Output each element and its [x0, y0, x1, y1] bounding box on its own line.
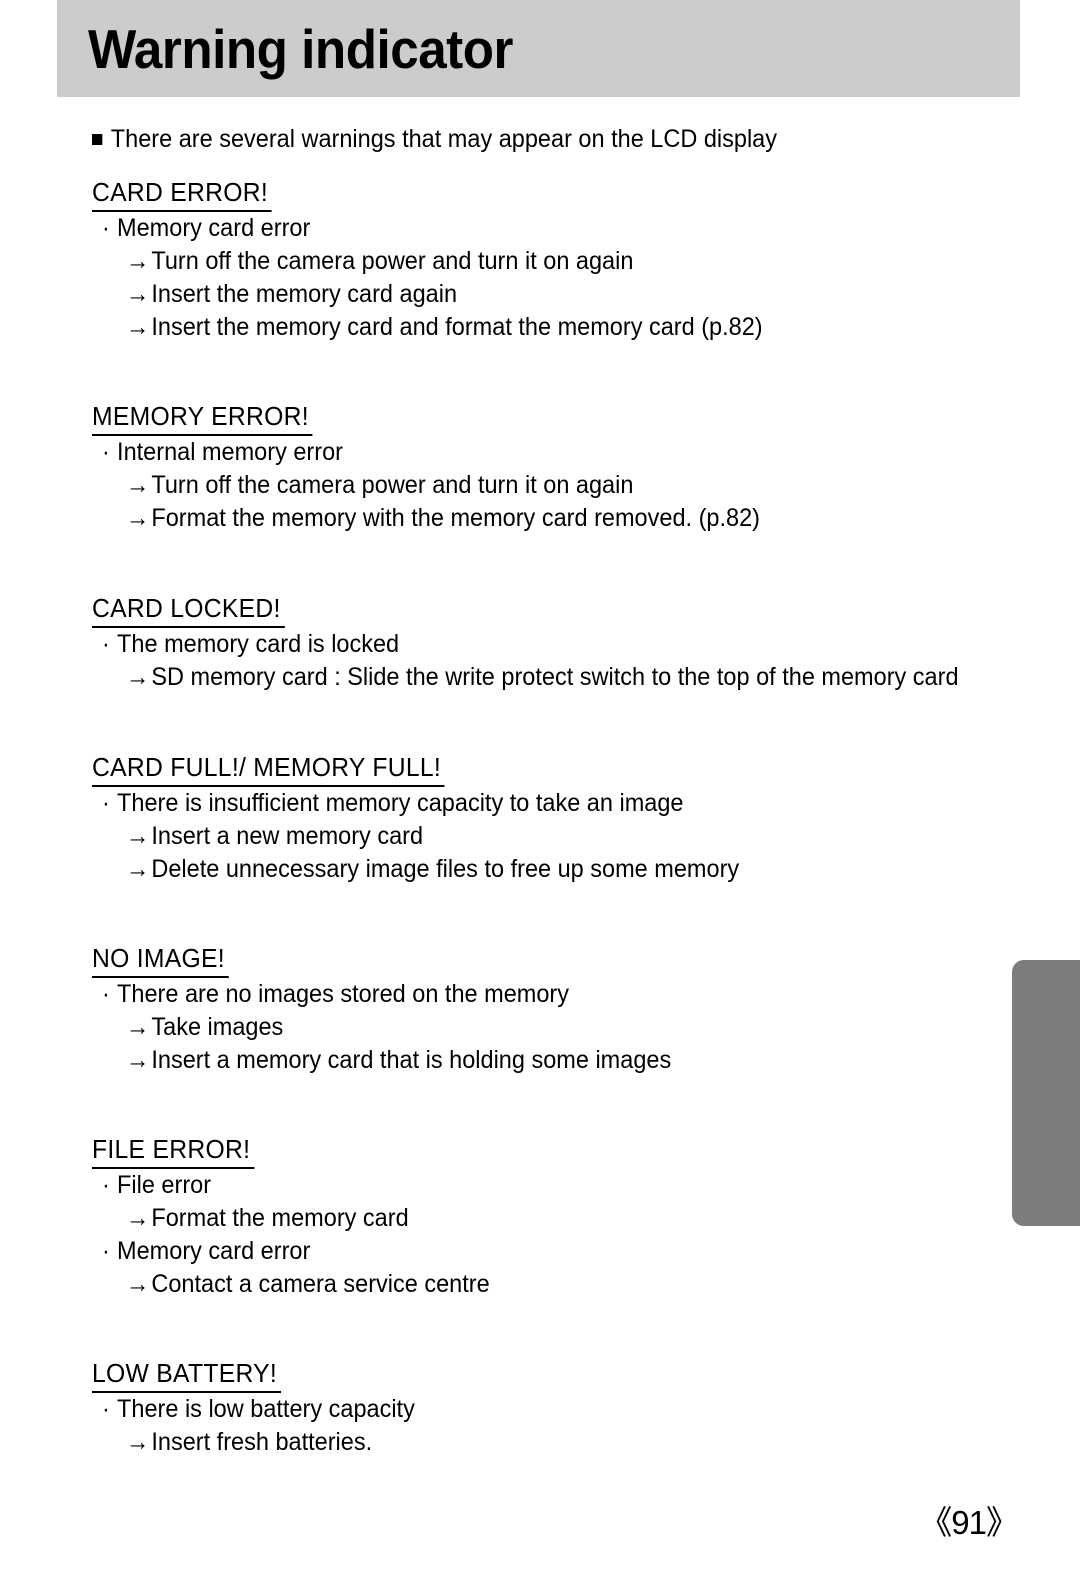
section-item: · Internal memory error [102, 436, 1021, 469]
section-item: · There is low battery capacity [102, 1393, 1021, 1426]
warning-section-low-battery: LOW BATTERY! · There is low battery capac… [92, 1301, 1080, 1459]
section-action-text: Insert the memory card and format the me… [151, 313, 763, 341]
section-title: CARD FULL!/ MEMORY FULL! [92, 752, 445, 787]
dot-marker: · [102, 630, 110, 658]
section-title: CARD LOCKED! [92, 593, 285, 628]
arrow-right-icon: → [126, 1270, 150, 1298]
warning-section-card-locked: CARD LOCKED! · The memory card is locked … [92, 535, 1080, 694]
section-action: →Delete unnecessary image files to free … [126, 853, 1023, 886]
warning-section-no-image: NO IMAGE! · There are no images stored on… [92, 886, 1080, 1077]
arrow-right-icon: → [126, 855, 150, 883]
section-action: →Turn off the camera power and turn it o… [126, 245, 1023, 278]
section-action-text: Contact a camera service centre [151, 1270, 490, 1298]
section-action-text: Format the memory card [151, 1204, 409, 1232]
warning-section-card-error: CARD ERROR! · Memory card error →Turn off… [92, 155, 1080, 344]
dot-marker: · [102, 1237, 110, 1265]
square-bullet-icon [92, 134, 103, 145]
intro-text: There are several warnings that may appe… [110, 125, 777, 153]
arrow-right-icon: → [126, 471, 150, 499]
arrow-right-icon: → [126, 247, 150, 275]
section-action-text: SD memory card : Slide the write protect… [151, 663, 959, 691]
section-action: →Insert the memory card and format the m… [126, 311, 1023, 344]
dot-marker: · [102, 789, 110, 817]
section-item-text: There is low battery capacity [117, 1395, 415, 1423]
section-action: →Turn off the camera power and turn it o… [126, 469, 1023, 502]
section-action-text: Insert the memory card again [151, 280, 458, 308]
arrow-right-icon: → [126, 313, 150, 341]
section-action-text: Delete unnecessary image files to free u… [151, 855, 740, 883]
section-item-text: Memory card error [117, 1237, 311, 1265]
section-item-text: Internal memory error [117, 438, 343, 466]
section-action: →Format the memory with the memory card … [126, 502, 1023, 535]
section-item-text: There are no images stored on the memory [117, 980, 569, 1008]
section-action: →Insert a memory card that is holding so… [126, 1044, 1023, 1077]
page-header-bar: Warning indicator [57, 0, 1020, 97]
section-action-text: Format the memory with the memory card r… [151, 504, 760, 532]
section-title: CARD ERROR! [92, 177, 272, 212]
warning-section-memory-error: MEMORY ERROR! · Internal memory error →Tu… [92, 344, 1080, 535]
section-action-text: Turn off the camera power and turn it on… [151, 471, 634, 499]
section-action: →Format the memory card [126, 1202, 1023, 1235]
section-item: · There is insufficient memory capacity t… [102, 787, 1021, 820]
section-action: →Contact a camera service centre [126, 1268, 1023, 1301]
warning-section-card-full: CARD FULL!/ MEMORY FULL! · There is insuf… [92, 694, 1080, 886]
section-item-text: Memory card error [117, 214, 311, 242]
section-item: · There are no images stored on the memor… [102, 978, 1021, 1011]
warning-section-file-error: FILE ERROR! · File error →Format the memo… [92, 1077, 1080, 1301]
arrow-right-icon: → [126, 1204, 150, 1232]
section-title: FILE ERROR! [92, 1134, 255, 1169]
section-action-text: Turn off the camera power and turn it on… [151, 247, 634, 275]
arrow-right-icon: → [126, 280, 150, 308]
section-item: · File error [102, 1169, 1021, 1202]
section-title: NO IMAGE! [92, 943, 229, 978]
section-action-text: Insert a new memory card [151, 822, 424, 850]
arrow-right-icon: → [126, 1046, 150, 1074]
page-number: 《91》 [919, 1504, 1019, 1541]
dot-marker: · [102, 980, 110, 1008]
arrow-right-icon: → [126, 1013, 150, 1041]
dot-marker: · [102, 1171, 110, 1199]
section-title: MEMORY ERROR! [92, 401, 313, 436]
page-title: Warning indicator [88, 18, 513, 80]
section-action-text: Take images [151, 1013, 284, 1041]
section-item-text: File error [117, 1171, 212, 1199]
arrow-right-icon: → [126, 663, 150, 691]
section-action: →Insert the memory card again [126, 278, 1023, 311]
arrow-right-icon: → [126, 1428, 150, 1456]
arrow-right-icon: → [126, 822, 150, 850]
section-action: →Insert fresh batteries. [126, 1426, 1023, 1459]
section-item-text: There is insufficient memory capacity to… [117, 789, 684, 817]
section-item: · Memory card error [102, 212, 1021, 245]
section-item: · The memory card is locked [102, 628, 1021, 661]
intro-line: There are several warnings that may appe… [92, 123, 1021, 155]
section-action: →Insert a new memory card [126, 820, 1023, 853]
section-item: · Memory card error [102, 1235, 1021, 1268]
dot-marker: · [102, 1395, 110, 1423]
page-content: There are several warnings that may appe… [0, 97, 1080, 1459]
section-action-text: Insert a memory card that is holding som… [151, 1046, 672, 1074]
section-action-text: Insert fresh batteries. [151, 1428, 373, 1456]
section-title: LOW BATTERY! [92, 1358, 281, 1393]
dot-marker: · [102, 438, 110, 466]
section-action: →SD memory card : Slide the write protec… [126, 661, 1023, 694]
section-action: →Take images [126, 1011, 1023, 1044]
dot-marker: · [102, 214, 110, 242]
section-item-text: The memory card is locked [117, 630, 400, 658]
arrow-right-icon: → [126, 504, 150, 532]
